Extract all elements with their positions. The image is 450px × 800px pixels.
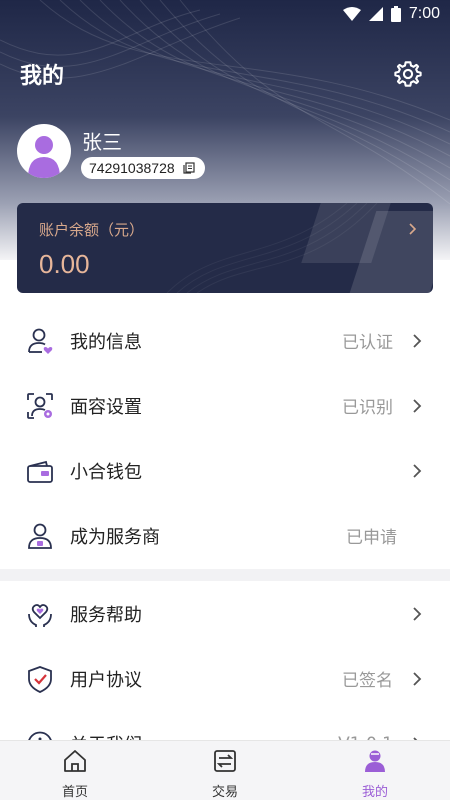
balance-amount: 0.00: [39, 249, 90, 279]
status-bar: 7:00: [0, 0, 450, 32]
section-divider: [0, 569, 450, 581]
avatar-person-icon: [28, 136, 60, 178]
menu-item-title: 成为服务商: [70, 526, 160, 548]
shield-check-icon: [28, 665, 52, 693]
tab-transactions[interactable]: 交易: [150, 741, 300, 800]
user-name: 张三: [82, 130, 122, 154]
menu-item-status: 已认证: [342, 333, 393, 353]
home-icon: [64, 750, 86, 772]
menu-item-status: 已申请: [346, 528, 397, 548]
profile-icon: [365, 750, 385, 772]
menu-item-title: 面容设置: [70, 396, 142, 418]
heart-hand-icon: [28, 603, 52, 627]
chevron-right-icon: [413, 606, 422, 621]
user-id-pill[interactable]: 74291038728: [81, 157, 205, 179]
chevron-right-icon: [413, 463, 422, 478]
copy-icon[interactable]: [183, 162, 195, 174]
chevron-right-icon: [413, 671, 422, 686]
user-heart-icon: [28, 328, 53, 354]
menu-item-face-settings[interactable]: 面容设置 已识别: [0, 373, 450, 438]
tab-label: 首页: [61, 785, 88, 800]
tab-home[interactable]: 首页: [0, 741, 150, 800]
menu-item-service-help[interactable]: 服务帮助: [0, 581, 450, 646]
chevron-right-icon: [413, 333, 422, 348]
menu-group-account: 我的信息 已认证 面容设置 已识别 小合钱包 成为服务商 已申请: [0, 308, 450, 568]
menu-item-status: 已签名: [342, 671, 393, 691]
wifi-icon: [342, 7, 361, 21]
menu-item-title: 我的信息: [70, 331, 142, 353]
user-id: 74291038728: [89, 160, 175, 176]
wallet-icon: [27, 460, 53, 483]
menu-item-title: 小合钱包: [70, 461, 142, 483]
menu-item-my-info[interactable]: 我的信息 已认证: [0, 308, 450, 373]
avatar[interactable]: [17, 124, 71, 178]
menu-item-wallet[interactable]: 小合钱包: [0, 438, 450, 503]
menu-item-become-provider[interactable]: 成为服务商 已申请: [0, 503, 450, 568]
menu-item-status: 已识别: [342, 398, 393, 418]
tab-profile[interactable]: 我的: [300, 741, 450, 800]
battery-icon: [390, 6, 401, 22]
settings-gear-icon[interactable]: [394, 60, 422, 88]
menu-item-title: 服务帮助: [70, 604, 142, 626]
page-title: 我的: [20, 64, 65, 89]
chevron-right-icon: [413, 398, 422, 413]
menu-item-title: 用户协议: [70, 669, 142, 691]
provider-icon: [28, 523, 52, 549]
menu-item-user-agreement[interactable]: 用户协议 已签名: [0, 646, 450, 711]
balance-card[interactable]: 账户余额（元） 0.00: [17, 203, 433, 293]
status-time: 7:00: [408, 5, 440, 22]
balance-label: 账户余额（元）: [39, 221, 145, 239]
chevron-right-icon[interactable]: [409, 223, 417, 235]
face-scan-icon: [27, 392, 53, 419]
signal-icon: [368, 7, 383, 21]
tab-label: 我的: [361, 785, 388, 800]
tab-label: 交易: [211, 785, 238, 800]
transaction-icon: [214, 750, 236, 772]
bottom-tab-bar: 首页 交易 我的: [0, 740, 450, 800]
